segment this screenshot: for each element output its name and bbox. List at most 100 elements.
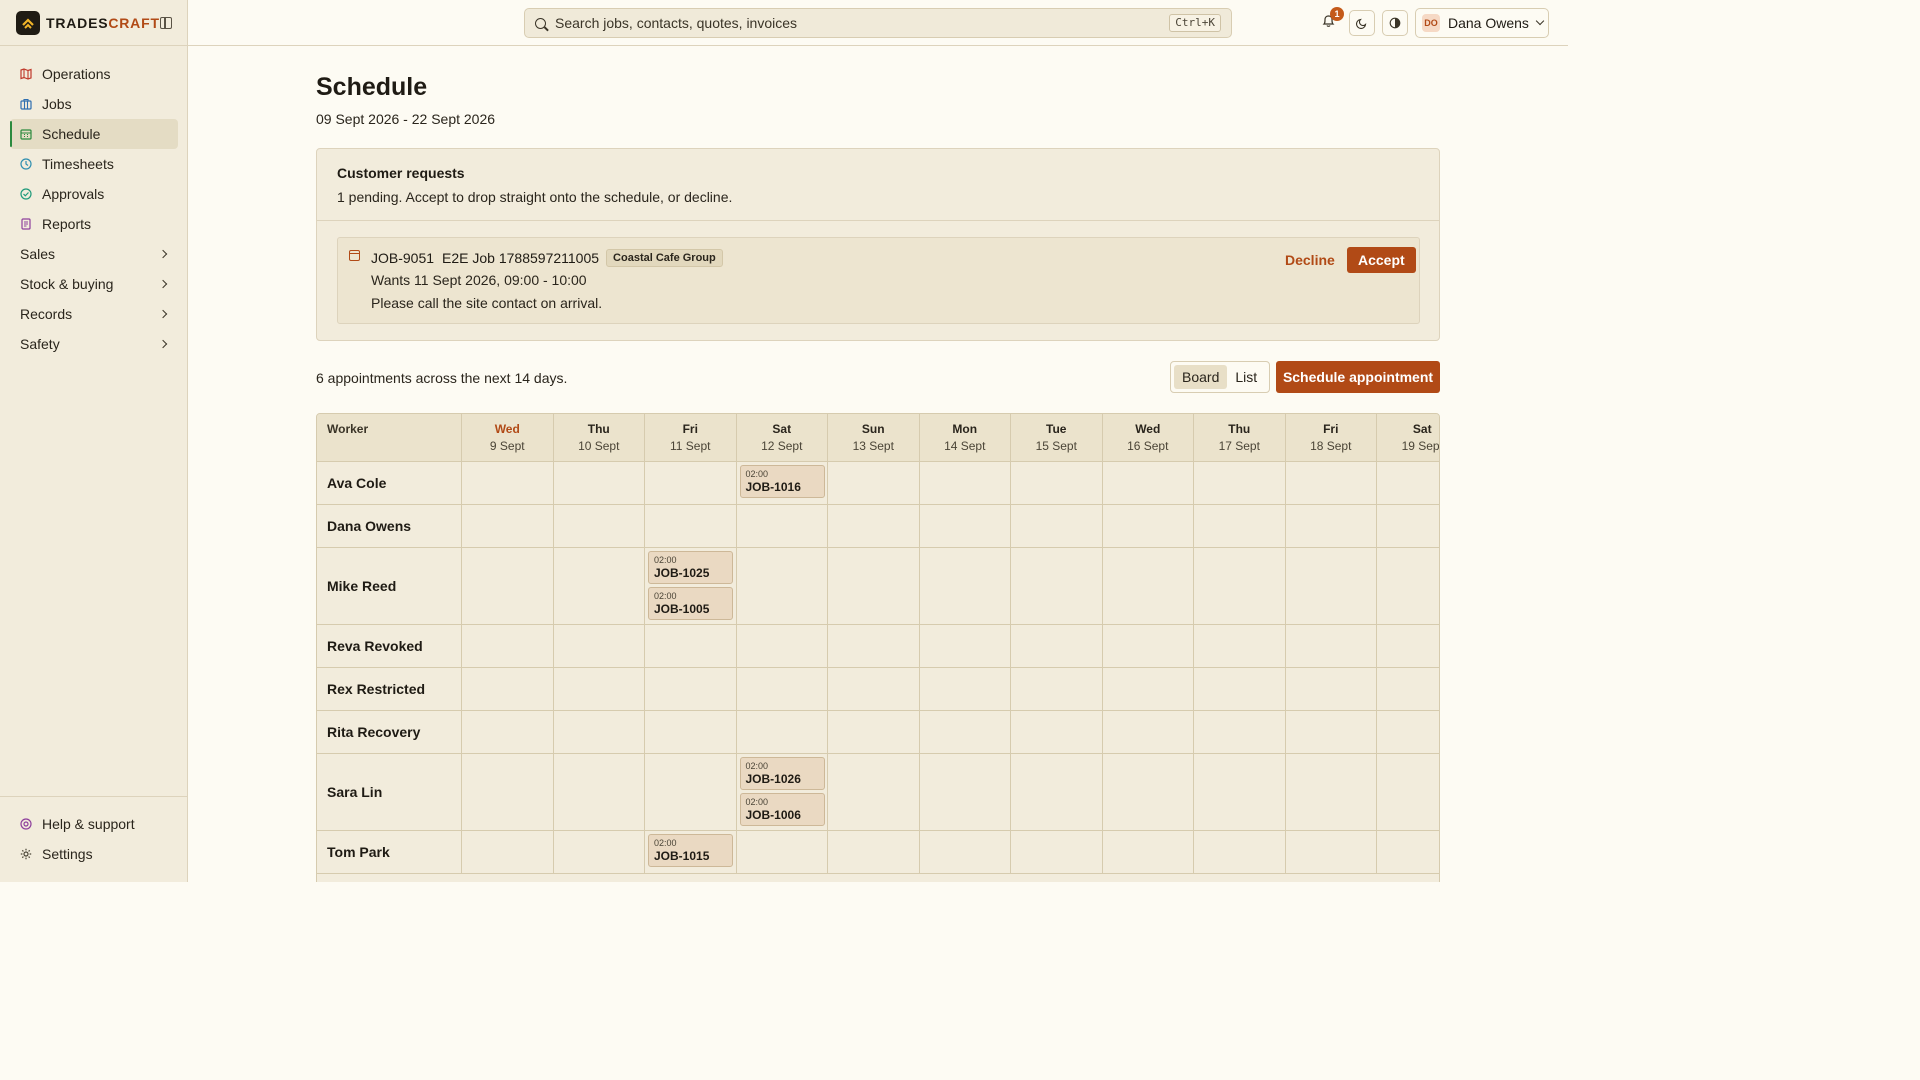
appointment-card[interactable]: 02:00 JOB-1025 <box>648 551 733 584</box>
schedule-cell[interactable] <box>644 668 736 710</box>
schedule-cell[interactable] <box>1193 548 1285 624</box>
schedule-cell[interactable] <box>1010 548 1102 624</box>
schedule-cell[interactable] <box>461 548 553 624</box>
sidebar-group-sales[interactable]: Sales <box>10 239 178 269</box>
schedule-cell[interactable] <box>1284 711 1377 753</box>
schedule-cell[interactable] <box>827 831 919 873</box>
schedule-cell[interactable] <box>461 462 553 504</box>
decline-button[interactable]: Decline <box>1275 247 1345 273</box>
search-input[interactable] <box>555 15 1135 31</box>
schedule-cell[interactable] <box>918 754 1011 830</box>
schedule-cell[interactable] <box>461 505 553 547</box>
sidebar-item-schedule[interactable]: Schedule <box>10 119 178 149</box>
schedule-cell[interactable] <box>1284 754 1377 830</box>
schedule-cell[interactable] <box>1101 505 1194 547</box>
schedule-cell[interactable] <box>1376 505 1439 547</box>
schedule-cell[interactable] <box>918 505 1011 547</box>
appointment-card[interactable]: 02:00 JOB-1015 <box>648 834 733 867</box>
schedule-cell[interactable]: 02:00 JOB-1016 <box>735 462 828 504</box>
contrast-toggle-button[interactable] <box>1382 10 1408 36</box>
schedule-cell[interactable] <box>827 548 919 624</box>
theme-toggle-button[interactable] <box>1349 10 1375 36</box>
sidebar-item-timesheets[interactable]: Timesheets <box>10 149 178 179</box>
schedule-cell[interactable] <box>827 625 919 667</box>
sidebar-group-records[interactable]: Records <box>10 299 178 329</box>
schedule-cell[interactable] <box>461 754 553 830</box>
schedule-cell[interactable] <box>1376 462 1439 504</box>
schedule-cell[interactable]: 02:00 JOB-1015 <box>644 831 736 873</box>
schedule-cell[interactable] <box>918 548 1011 624</box>
schedule-cell[interactable] <box>1193 505 1285 547</box>
schedule-cell[interactable] <box>1010 668 1102 710</box>
schedule-cell[interactable] <box>644 505 736 547</box>
sidebar-collapse-icon[interactable] <box>160 17 172 29</box>
sidebar-item-settings[interactable]: Settings <box>10 839 178 869</box>
schedule-cell[interactable] <box>461 831 553 873</box>
schedule-cell[interactable] <box>552 548 645 624</box>
schedule-cell[interactable] <box>552 711 645 753</box>
schedule-cell[interactable] <box>1376 831 1439 873</box>
schedule-cell[interactable] <box>1101 668 1194 710</box>
schedule-cell[interactable] <box>827 462 919 504</box>
schedule-cell[interactable] <box>735 668 828 710</box>
schedule-cell[interactable] <box>1010 754 1102 830</box>
schedule-cell[interactable] <box>1193 462 1285 504</box>
schedule-cell[interactable] <box>1376 711 1439 753</box>
schedule-cell[interactable] <box>461 668 553 710</box>
schedule-cell[interactable] <box>1284 625 1377 667</box>
schedule-cell[interactable] <box>827 505 919 547</box>
schedule-cell[interactable] <box>1284 548 1377 624</box>
schedule-cell[interactable] <box>1284 831 1377 873</box>
schedule-cell[interactable] <box>1193 754 1285 830</box>
schedule-cell[interactable] <box>1101 831 1194 873</box>
schedule-cell[interactable] <box>1010 625 1102 667</box>
schedule-cell[interactable] <box>1193 831 1285 873</box>
schedule-cell[interactable] <box>1193 625 1285 667</box>
schedule-cell[interactable] <box>918 711 1011 753</box>
schedule-cell[interactable] <box>1101 625 1194 667</box>
schedule-cell[interactable] <box>1376 668 1439 710</box>
schedule-cell[interactable] <box>1010 831 1102 873</box>
schedule-cell[interactable] <box>1376 548 1439 624</box>
sidebar-item-help[interactable]: Help & support <box>10 809 178 839</box>
schedule-cell[interactable] <box>644 711 736 753</box>
sidebar-group-stock-buying[interactable]: Stock & buying <box>10 269 178 299</box>
schedule-cell[interactable]: 02:00 JOB-1026 02:00 JOB-1006 <box>735 754 828 830</box>
schedule-cell[interactable] <box>735 505 828 547</box>
schedule-cell[interactable] <box>1101 548 1194 624</box>
schedule-cell[interactable] <box>918 625 1011 667</box>
schedule-cell[interactable] <box>735 831 828 873</box>
schedule-cell[interactable] <box>918 668 1011 710</box>
schedule-cell[interactable] <box>1101 754 1194 830</box>
schedule-cell[interactable] <box>735 625 828 667</box>
appointment-card[interactable]: 02:00 JOB-1026 <box>739 757 825 790</box>
sidebar-item-jobs[interactable]: Jobs <box>10 89 178 119</box>
view-list-tab[interactable]: List <box>1227 365 1265 389</box>
schedule-cell[interactable] <box>644 462 736 504</box>
appointment-card[interactable]: 02:00 JOB-1005 <box>648 587 733 620</box>
schedule-cell[interactable] <box>918 831 1011 873</box>
appointment-card[interactable]: 02:00 JOB-1006 <box>739 793 825 826</box>
schedule-cell[interactable] <box>1101 711 1194 753</box>
schedule-cell[interactable] <box>552 505 645 547</box>
schedule-cell[interactable] <box>1101 462 1194 504</box>
schedule-cell[interactable] <box>735 711 828 753</box>
schedule-appointment-button[interactable]: Schedule appointment <box>1276 361 1440 393</box>
sidebar-item-operations[interactable]: Operations <box>10 59 178 89</box>
schedule-cell[interactable] <box>552 754 645 830</box>
schedule-cell[interactable] <box>552 462 645 504</box>
schedule-cell[interactable] <box>827 668 919 710</box>
brand[interactable]: TRADESCRAFT <box>16 11 172 35</box>
schedule-cell[interactable] <box>1284 462 1377 504</box>
schedule-cell[interactable] <box>644 625 736 667</box>
schedule-cell[interactable] <box>461 625 553 667</box>
schedule-cell[interactable] <box>827 754 919 830</box>
schedule-cell[interactable] <box>1010 505 1102 547</box>
schedule-cell[interactable] <box>918 462 1011 504</box>
schedule-cell[interactable] <box>735 548 828 624</box>
schedule-cell[interactable] <box>1010 462 1102 504</box>
global-search[interactable]: Ctrl+K <box>524 8 1232 38</box>
schedule-cell[interactable] <box>1284 668 1377 710</box>
schedule-cell[interactable] <box>461 711 553 753</box>
schedule-cell[interactable] <box>1193 668 1285 710</box>
